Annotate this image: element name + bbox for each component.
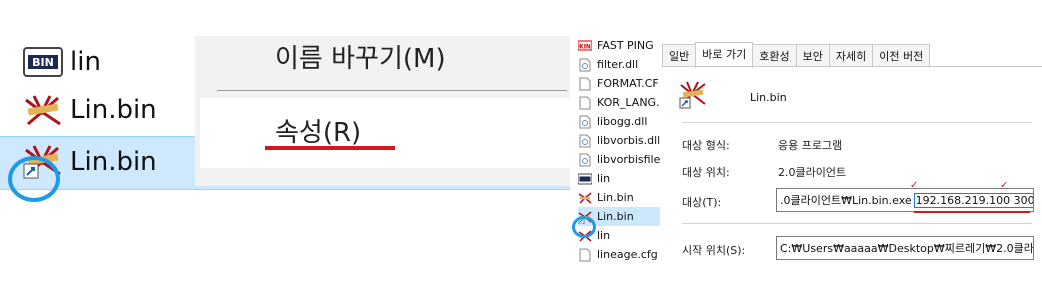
left-item-linbin[interactable]: Lin.bin bbox=[0, 86, 157, 134]
tab-previous-versions[interactable]: 이전 버전 bbox=[872, 44, 931, 67]
dll-icon bbox=[578, 115, 592, 129]
shortcut-name: Lin.bin bbox=[750, 91, 787, 104]
list-item-label: Lin.bin bbox=[597, 210, 634, 223]
list-item[interactable]: lineage.cfg bbox=[578, 245, 660, 264]
tab-compatibility[interactable]: 호환성 bbox=[752, 44, 797, 67]
svg-text:BIN: BIN bbox=[32, 56, 54, 69]
target-value-path: .0클라이언트₩Lin.bin.exe bbox=[780, 194, 912, 207]
kin-icon: KIN bbox=[578, 39, 593, 53]
target-type-label: 대상 형식: bbox=[682, 139, 730, 152]
tab-security[interactable]: 보안 bbox=[795, 44, 830, 67]
left-item-label: Lin.bin bbox=[70, 147, 157, 177]
tab-details[interactable]: 자세히 bbox=[828, 44, 874, 67]
separator bbox=[682, 223, 1032, 224]
tab-general[interactable]: 일반 bbox=[662, 44, 697, 67]
target-value-args: 192.168.219.100 3000 bbox=[913, 192, 1033, 208]
lineage-icon bbox=[25, 95, 61, 126]
list-item-label: FORMAT.CF bbox=[597, 77, 659, 90]
target-location-value: 2.0클라이언트 bbox=[778, 166, 847, 179]
lineage-icon bbox=[578, 191, 592, 205]
list-item-label: Lin.bin bbox=[597, 191, 634, 204]
list-item-label: filter.dll bbox=[597, 58, 639, 71]
list-item[interactable]: libvorbis.dll bbox=[578, 131, 660, 150]
file-icon bbox=[578, 248, 592, 262]
start-in-value: C:₩Users₩aaaaa₩Desktop₩찌르레기₩2.0클라이언 bbox=[780, 242, 1034, 255]
list-item[interactable]: KIN FAST PING bbox=[578, 36, 660, 55]
file-list: KIN FAST PING filter.dll FORMAT.CF KOR_L… bbox=[578, 36, 660, 288]
red-underline-properties bbox=[265, 146, 395, 150]
tab-underline bbox=[662, 66, 1042, 67]
tab-strip: 일반 바로 가기 호환성 보안 자세히 이전 버전 bbox=[662, 42, 931, 68]
file-icon bbox=[578, 96, 592, 110]
highlight-circle-list bbox=[572, 216, 596, 238]
list-item[interactable]: libvorbisfile bbox=[578, 150, 660, 169]
bin-icon bbox=[578, 172, 593, 186]
properties-dialog: 일반 바로 가기 호환성 보안 자세히 이전 버전 Lin.bin 대상 형식:… bbox=[662, 36, 1042, 291]
list-item-label: lin bbox=[597, 172, 611, 185]
list-item[interactable]: lin bbox=[578, 169, 660, 188]
target-field[interactable]: .0클라이언트₩Lin.bin.exe 192.168.219.100 3000 bbox=[776, 188, 1034, 212]
list-item-label: KOR_LANG. bbox=[597, 96, 660, 109]
list-item-label: lineage.cfg bbox=[597, 248, 658, 261]
target-location-label: 대상 위치: bbox=[682, 166, 730, 179]
bin-icon: BIN bbox=[23, 47, 63, 77]
target-type-value: 응용 프로그램 bbox=[778, 139, 843, 152]
list-item[interactable]: FORMAT.CF bbox=[578, 74, 660, 93]
dll-icon bbox=[578, 153, 592, 167]
list-item-label: libvorbis.dll bbox=[597, 134, 660, 147]
list-item[interactable]: Lin.bin bbox=[578, 188, 660, 207]
file-icon bbox=[578, 77, 592, 91]
list-item-label: lin bbox=[597, 229, 611, 242]
menu-item-properties[interactable]: 속성(R) bbox=[275, 112, 361, 149]
list-item-label: libvorbisfile bbox=[597, 153, 660, 166]
red-underline-args bbox=[914, 211, 1030, 213]
left-item-lin[interactable]: BIN lin bbox=[0, 38, 101, 86]
red-checkmark: ✓ bbox=[1000, 180, 1009, 191]
list-item[interactable]: filter.dll bbox=[578, 55, 660, 74]
list-item[interactable]: libogg.dll bbox=[578, 112, 660, 131]
target-label: 대상(T): bbox=[682, 196, 722, 209]
lineage-shortcut-icon bbox=[679, 81, 706, 109]
red-checkmark: ✓ bbox=[910, 180, 919, 191]
svg-text:KIN: KIN bbox=[579, 43, 591, 50]
context-menu: 이름 바꾸기(M) 속성(R) bbox=[195, 36, 570, 186]
list-item-label: libogg.dll bbox=[597, 115, 648, 128]
dll-icon bbox=[578, 58, 592, 72]
left-item-label: Lin.bin bbox=[70, 95, 157, 125]
start-in-label: 시작 위치(S): bbox=[682, 244, 746, 257]
left-item-label: lin bbox=[70, 47, 101, 77]
start-in-field[interactable]: C:₩Users₩aaaaa₩Desktop₩찌르레기₩2.0클라이언 bbox=[776, 236, 1034, 260]
highlight-circle-left bbox=[8, 156, 60, 202]
separator bbox=[682, 122, 1032, 123]
list-item-label: FAST PING bbox=[597, 39, 654, 52]
menu-separator bbox=[217, 90, 567, 91]
dll-icon bbox=[578, 134, 592, 148]
tab-shortcut[interactable]: 바로 가기 bbox=[695, 42, 754, 68]
menu-item-rename[interactable]: 이름 바꾸기(M) bbox=[275, 38, 446, 75]
list-item[interactable]: KOR_LANG. bbox=[578, 93, 660, 112]
menu-item-hover bbox=[200, 98, 570, 168]
